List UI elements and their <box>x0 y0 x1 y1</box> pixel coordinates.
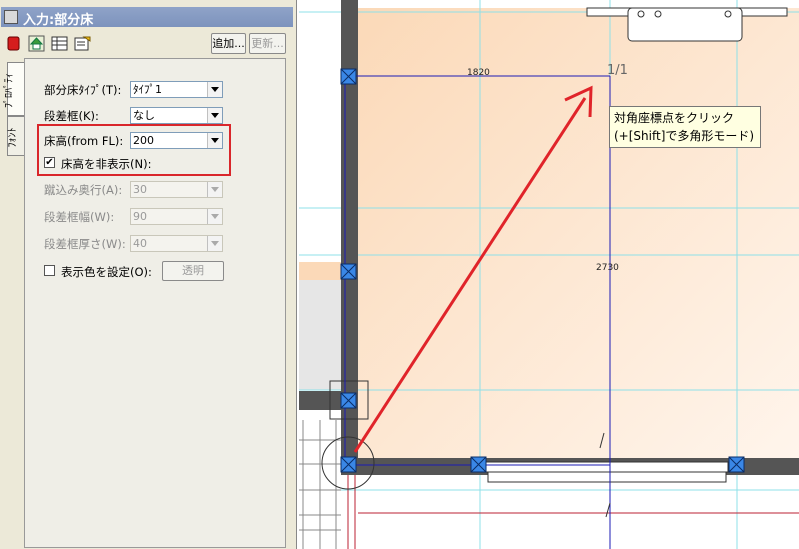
chevron-down-icon[interactable] <box>207 108 222 123</box>
tread-depth-select[interactable]: 30 <box>130 181 223 198</box>
tooltip-line-1: 対角座標点をクリック <box>614 111 735 125</box>
step-frame-select[interactable]: なし <box>130 107 223 124</box>
update-button[interactable]: 更新... <box>249 33 286 54</box>
floor-type-select[interactable]: ﾀｲﾌﾟ1 <box>130 81 223 98</box>
chevron-down-icon[interactable] <box>207 209 222 224</box>
edit-properties-icon[interactable] <box>74 35 91 52</box>
tread-depth-label: 蹴込み奥行(A): <box>44 183 123 197</box>
window-frame <box>477 461 729 473</box>
tile-grid <box>299 420 341 549</box>
dimension-tick <box>605 502 611 518</box>
snap-point[interactable] <box>728 456 745 473</box>
transparent-button[interactable]: 透明 <box>162 261 224 281</box>
chevron-down-icon[interactable] <box>207 236 222 251</box>
snap-point[interactable] <box>340 392 357 409</box>
house-icon[interactable] <box>28 35 45 52</box>
snap-point[interactable] <box>340 68 357 85</box>
tread-depth-value: 30 <box>133 183 147 196</box>
drawing-canvas[interactable]: 1820 2730 1/1 <box>297 0 799 549</box>
frame-width-value: 90 <box>133 210 147 223</box>
panel-titlebar: 入力:部分床 <box>1 7 293 28</box>
dimension-top: 1820 <box>467 68 490 78</box>
snap-point-active[interactable] <box>340 456 357 473</box>
tab-properties-label: ﾌﾟﾛﾊﾟﾃｨ <box>4 73 15 108</box>
highlight-frame <box>37 124 231 176</box>
display-color-label: 表示色を設定(O): <box>61 265 152 279</box>
frame-width-select[interactable]: 90 <box>130 208 223 225</box>
floor-strip <box>299 262 343 280</box>
floor-plan[interactable]: 1820 2730 1/1 <box>297 0 799 549</box>
frame-width-label: 段差框幅(W): <box>44 210 115 224</box>
snap-point[interactable] <box>340 263 357 280</box>
frame-thickness-value: 40 <box>133 237 147 250</box>
tooltip-line-2: (+[Shift]で多角形モード) <box>614 129 755 143</box>
tab-font-label: ﾌｫﾝﾄ <box>7 127 19 148</box>
frame-thickness-label: 段差框厚さ(W): <box>44 237 126 251</box>
panel-toolbar: 追加... 更新... <box>0 30 296 56</box>
step-frame-label: 段差框(K): <box>44 109 99 123</box>
partition-wall <box>299 391 343 410</box>
table-icon[interactable] <box>51 35 68 52</box>
floor-type-value: ﾀｲﾌﾟ1 <box>133 83 162 96</box>
window-sill <box>487 471 727 483</box>
properties-panel: 入力:部分床 追加... 更新... ﾌﾟﾛﾊﾟﾃｨ ﾌｫﾝﾄ 部分床ﾀｲﾌﾟ(… <box>0 0 297 549</box>
chevron-down-icon[interactable] <box>207 182 222 197</box>
vertical-tabs: ﾌﾟﾛﾊﾟﾃｨ ﾌｫﾝﾄ <box>4 60 26 160</box>
dimension-right: 2730 <box>596 263 619 273</box>
floor-type-label: 部分床ﾀｲﾌﾟ(T): <box>44 83 122 97</box>
frame-thickness-select[interactable]: 40 <box>130 235 223 252</box>
tooltip: 対角座標点をクリック (+[Shift]で多角形モード) <box>609 106 761 148</box>
gray-area <box>299 280 343 390</box>
page-label: 1/1 <box>607 63 628 78</box>
chevron-down-icon[interactable] <box>207 82 222 97</box>
red-book-icon[interactable] <box>5 35 22 52</box>
snap-point[interactable] <box>470 456 487 473</box>
add-button[interactable]: 追加... <box>211 33 246 54</box>
step-frame-value: なし <box>133 109 155 122</box>
panel-title: 入力:部分床 <box>23 13 94 28</box>
window-icon <box>4 10 18 24</box>
display-color-checkbox[interactable] <box>44 265 55 276</box>
